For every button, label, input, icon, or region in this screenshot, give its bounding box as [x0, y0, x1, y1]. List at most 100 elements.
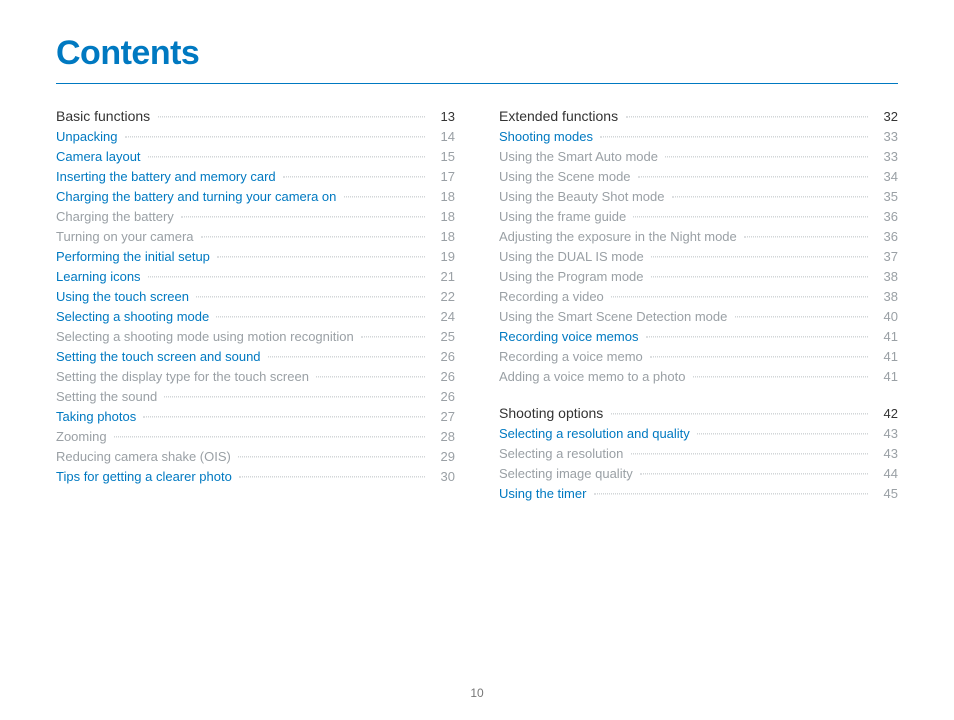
toc-leader-dots: [640, 460, 868, 474]
toc-left-column: Basic functions13Unpacking14Camera layou…: [56, 106, 455, 504]
page-number: 10: [0, 686, 954, 700]
toc-entry-page: 25: [427, 327, 455, 347]
toc-leader-dots: [611, 400, 868, 414]
toc-entry-page: 26: [427, 367, 455, 387]
toc-entry-page: 24: [427, 307, 455, 327]
toc-leader-dots: [344, 183, 425, 197]
toc-leader-dots: [611, 283, 868, 297]
toc-leader-dots: [238, 443, 425, 457]
toc-leader-dots: [651, 263, 868, 277]
toc-entry-label: Reducing camera shake (OIS): [56, 447, 238, 467]
toc-entry-label: Learning icons: [56, 267, 148, 287]
toc-right-column: Extended functions32Shooting modes33Usin…: [499, 106, 898, 504]
toc-leader-dots: [268, 343, 425, 357]
toc-entry-page: 44: [870, 464, 898, 484]
toc-leader-dots: [594, 480, 868, 494]
toc-entry-label: Shooting modes: [499, 127, 600, 147]
toc-entry-page: 35: [870, 187, 898, 207]
toc-leader-dots: [114, 423, 425, 437]
toc-leader-dots: [626, 103, 868, 117]
toc-entry-page: 37: [870, 247, 898, 267]
toc-leader-dots: [744, 223, 868, 237]
toc-entry[interactable]: Tips for getting a clearer photo 30: [56, 467, 455, 487]
toc-leader-dots: [143, 403, 425, 417]
toc-entry-label: Inserting the battery and memory card: [56, 167, 283, 187]
toc-leader-dots: [181, 203, 425, 217]
toc-entry-label: Using the frame guide: [499, 207, 633, 227]
title-rule: [56, 83, 898, 84]
toc-entry-label: Adding a voice memo to a photo: [499, 367, 693, 387]
toc-leader-dots: [665, 143, 868, 157]
toc-leader-dots: [650, 343, 868, 357]
toc-leader-dots: [735, 303, 868, 317]
toc-leader-dots: [283, 163, 425, 177]
toc-entry-label: Turning on your camera: [56, 227, 201, 247]
toc-entry-label: Recording a voice memo: [499, 347, 650, 367]
toc-leader-dots: [158, 103, 425, 117]
toc-entry: Adding a voice memo to a photo41: [499, 367, 898, 387]
page-title: Contents: [56, 34, 898, 73]
toc-entry-label: Recording voice memos: [499, 327, 646, 347]
toc-leader-dots: [148, 263, 425, 277]
toc-leader-dots: [646, 323, 868, 337]
toc-entry-label: Charging the battery: [56, 207, 181, 227]
toc-entry-page: 43: [870, 444, 898, 464]
toc-entry-page: 28: [427, 427, 455, 447]
toc-entry-page: 32: [870, 107, 898, 127]
toc-entry-page: 33: [870, 127, 898, 147]
toc-entry-page: 40: [870, 307, 898, 327]
toc-entry-page: 17: [427, 167, 455, 187]
toc-leader-dots: [697, 420, 868, 434]
toc-entry-page: 21: [427, 267, 455, 287]
toc-entry-label: Shooting options: [499, 403, 611, 423]
toc-leader-dots: [125, 123, 425, 137]
toc-entry-page: 43: [870, 424, 898, 444]
toc-entry-label: Zooming: [56, 427, 114, 447]
toc-entry-label: Unpacking: [56, 127, 125, 147]
toc-leader-dots: [216, 303, 425, 317]
toc-entry-page: 18: [427, 187, 455, 207]
toc-entry-page: 26: [427, 387, 455, 407]
toc-leader-dots: [148, 143, 425, 157]
toc-entry-label: Using the touch screen: [56, 287, 196, 307]
toc-entry-label: Recording a video: [499, 287, 611, 307]
toc-leader-dots: [633, 203, 868, 217]
toc-entry-label: Setting the touch screen and sound: [56, 347, 268, 367]
toc-entry-page: 22: [427, 287, 455, 307]
toc-leader-dots: [316, 363, 425, 377]
toc-entry-label: Tips for getting a clearer photo: [56, 467, 239, 487]
toc-entry-page: 38: [870, 287, 898, 307]
toc-entry-page: 45: [870, 484, 898, 504]
toc-entry-label: Selecting a resolution: [499, 444, 631, 464]
toc-entry-page: 30: [427, 467, 455, 487]
toc-columns: Basic functions13Unpacking14Camera layou…: [56, 106, 898, 504]
toc-entry-page: 14: [427, 127, 455, 147]
toc-entry-page: 36: [870, 207, 898, 227]
toc-leader-dots: [201, 223, 425, 237]
toc-entry-page: 34: [870, 167, 898, 187]
toc-leader-dots: [600, 123, 868, 137]
toc-entry-label: Camera layout: [56, 147, 148, 167]
toc-entry-page: 19: [427, 247, 455, 267]
toc-entry-page: 27: [427, 407, 455, 427]
toc-entry-page: 26: [427, 347, 455, 367]
toc-entry-page: 38: [870, 267, 898, 287]
toc-entry-page: 41: [870, 347, 898, 367]
toc-leader-dots: [631, 440, 868, 454]
toc-leader-dots: [672, 183, 868, 197]
toc-entry-label: Using the Scene mode: [499, 167, 638, 187]
toc-leader-dots: [693, 363, 868, 377]
toc-entry-page: 18: [427, 227, 455, 247]
toc-entry-page: 41: [870, 327, 898, 347]
toc-leader-dots: [361, 323, 425, 337]
toc-leader-dots: [651, 243, 868, 257]
toc-entry-page: 42: [870, 404, 898, 424]
toc-leader-dots: [217, 243, 425, 257]
toc-leader-dots: [196, 283, 425, 297]
toc-entry-page: 13: [427, 107, 455, 127]
toc-leader-dots: [638, 163, 868, 177]
toc-entry-page: 18: [427, 207, 455, 227]
toc-leader-dots: [164, 383, 425, 397]
toc-entry[interactable]: Using the timer45: [499, 484, 898, 504]
toc-entry-page: 15: [427, 147, 455, 167]
